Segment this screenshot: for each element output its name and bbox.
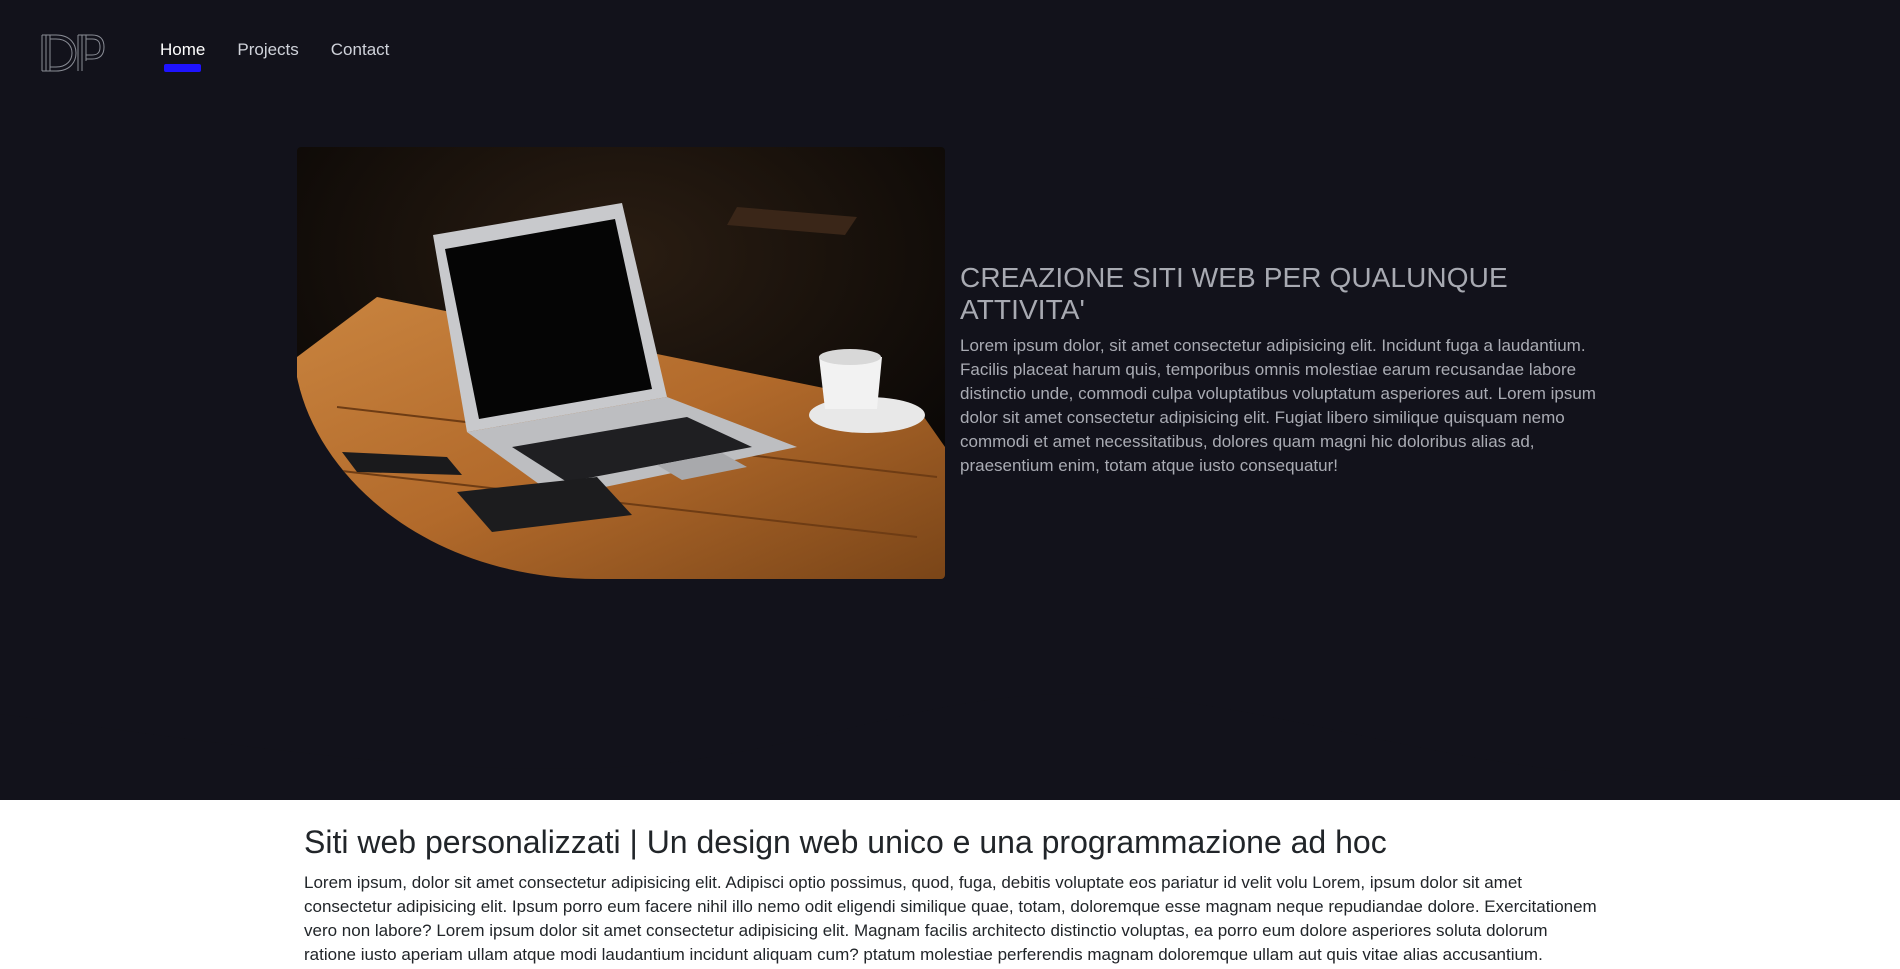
hero-text: CREAZIONE SITI WEB PER QUALUNQUE ATTIVIT… [960, 262, 1610, 478]
section-description: Lorem ipsum, dolor sit amet consectetur … [304, 873, 1597, 964]
section-title: Siti web personalizzati | Un design web … [304, 824, 1387, 860]
hero-image [297, 147, 945, 579]
hero-description: Lorem ipsum dolor, sit amet consectetur … [960, 336, 1596, 475]
nav-links: Home Projects Contact [160, 40, 390, 72]
navbar: DP Home Projects Contact [0, 0, 1900, 100]
nav-link-projects[interactable]: Projects [237, 40, 298, 60]
wave-divider [0, 680, 1900, 777]
dp-logo[interactable]: DP [38, 33, 106, 73]
content-section: Siti web personalizzati | Un design web … [304, 824, 1604, 967]
nav-link-contact[interactable]: Contact [331, 40, 390, 60]
svg-text:DP: DP [38, 33, 40, 34]
hero-title: CREAZIONE SITI WEB PER QUALUNQUE ATTIVIT… [960, 262, 1508, 325]
nav-link-home[interactable]: Home [160, 40, 205, 72]
